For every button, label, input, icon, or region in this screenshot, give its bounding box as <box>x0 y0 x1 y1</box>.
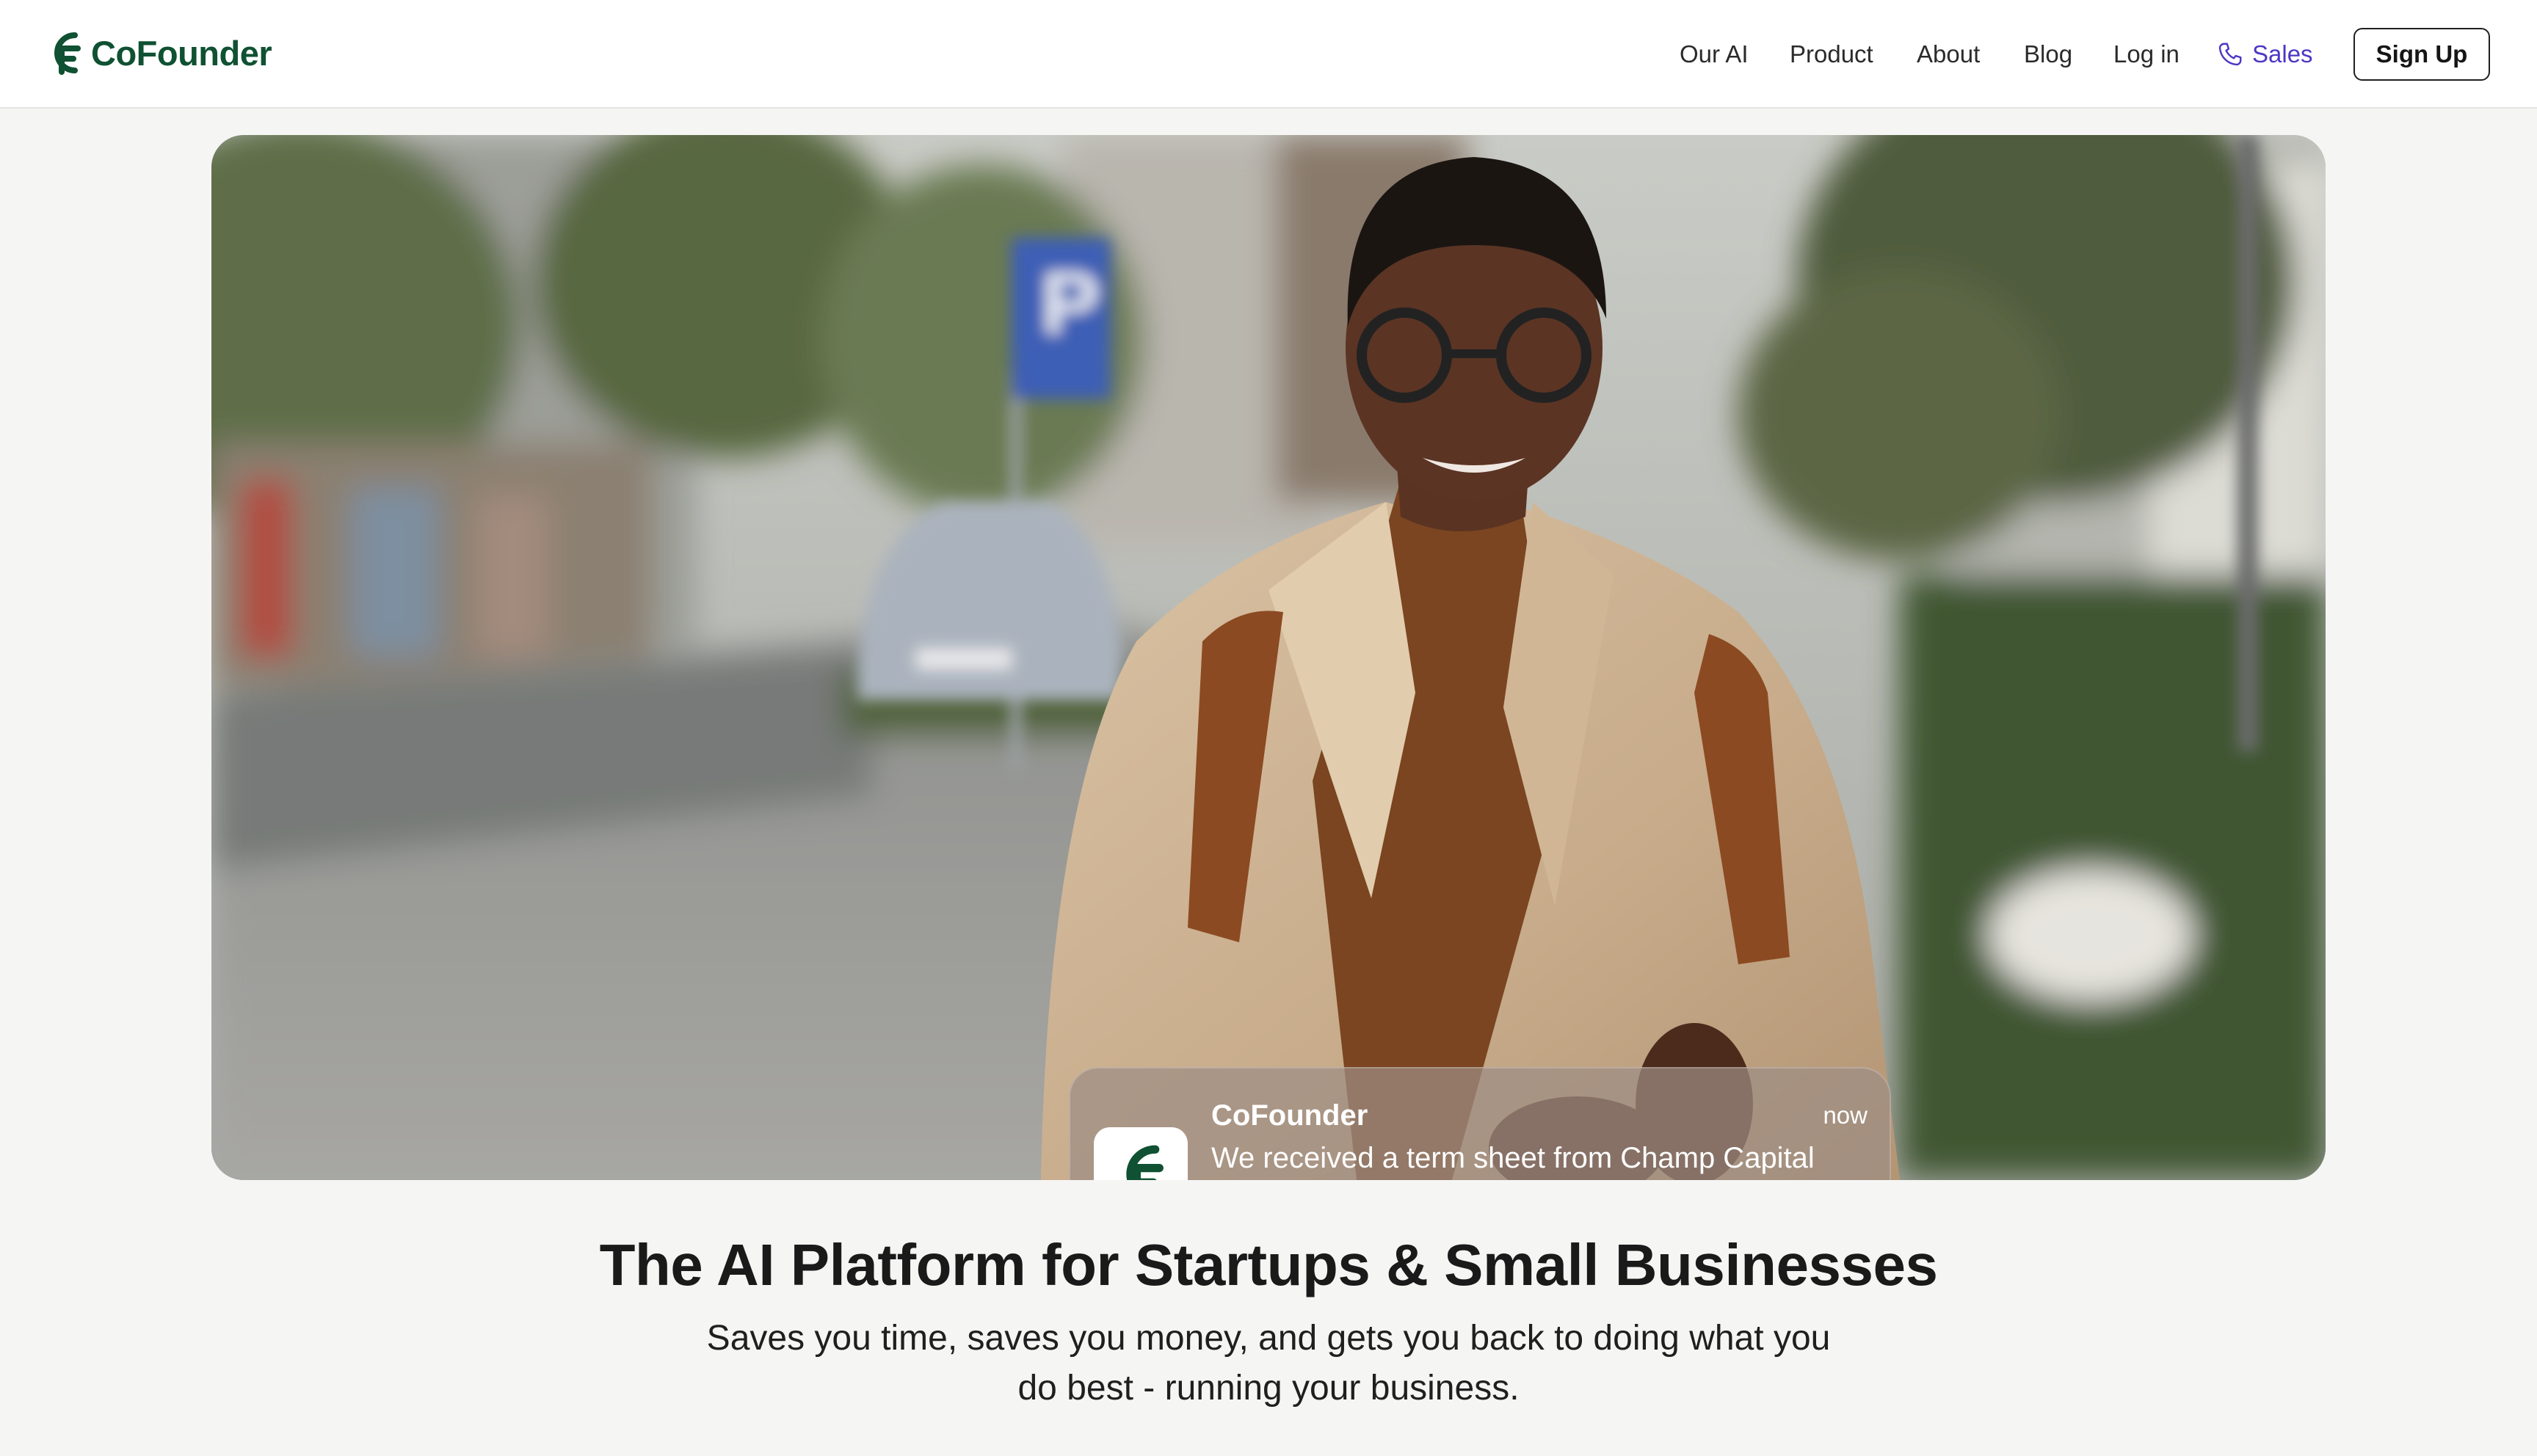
nav-login[interactable]: Log in <box>2113 38 2180 70</box>
app-logo-icon <box>1126 1145 1164 1180</box>
nav-about[interactable]: About <box>1917 38 1980 70</box>
nav-blog[interactable]: Blog <box>2024 38 2072 70</box>
notification-card[interactable]: CoFounder now We received a term sheet f… <box>1069 1067 1891 1180</box>
brand-name: CoFounder <box>91 33 272 73</box>
nav-product[interactable]: Product <box>1790 38 1873 70</box>
brand-logo-link[interactable]: CoFounder <box>46 29 272 76</box>
hero-video: P CoFounder now We received a term sheet… <box>211 135 2326 1180</box>
phone-icon <box>2218 43 2242 66</box>
page-headline: The AI Platform for Startups & Small Bus… <box>599 1232 1938 1297</box>
nav-our-ai[interactable]: Our AI <box>1680 38 1749 70</box>
page-subheadline: Saves you time, saves you money, and get… <box>706 1319 1831 1408</box>
notification-message: We received a term sheet from Champ Capi… <box>1211 1142 1815 1174</box>
notification-app-name: CoFounder <box>1211 1099 1368 1132</box>
sales-label: Sales <box>2252 40 2313 68</box>
cofounder-logo-icon <box>54 32 81 75</box>
cofounder-app-icon <box>1094 1127 1188 1180</box>
nav-sales[interactable]: Sales <box>2217 38 2313 70</box>
sign-up-button[interactable]: Sign Up <box>2353 28 2490 81</box>
svg-text:P: P <box>1041 254 1100 352</box>
notification-time: now <box>1823 1102 1868 1129</box>
hero-photo: P <box>211 135 2326 1180</box>
site-header: CoFounder Our AI Product About Blog Log … <box>0 0 2537 109</box>
